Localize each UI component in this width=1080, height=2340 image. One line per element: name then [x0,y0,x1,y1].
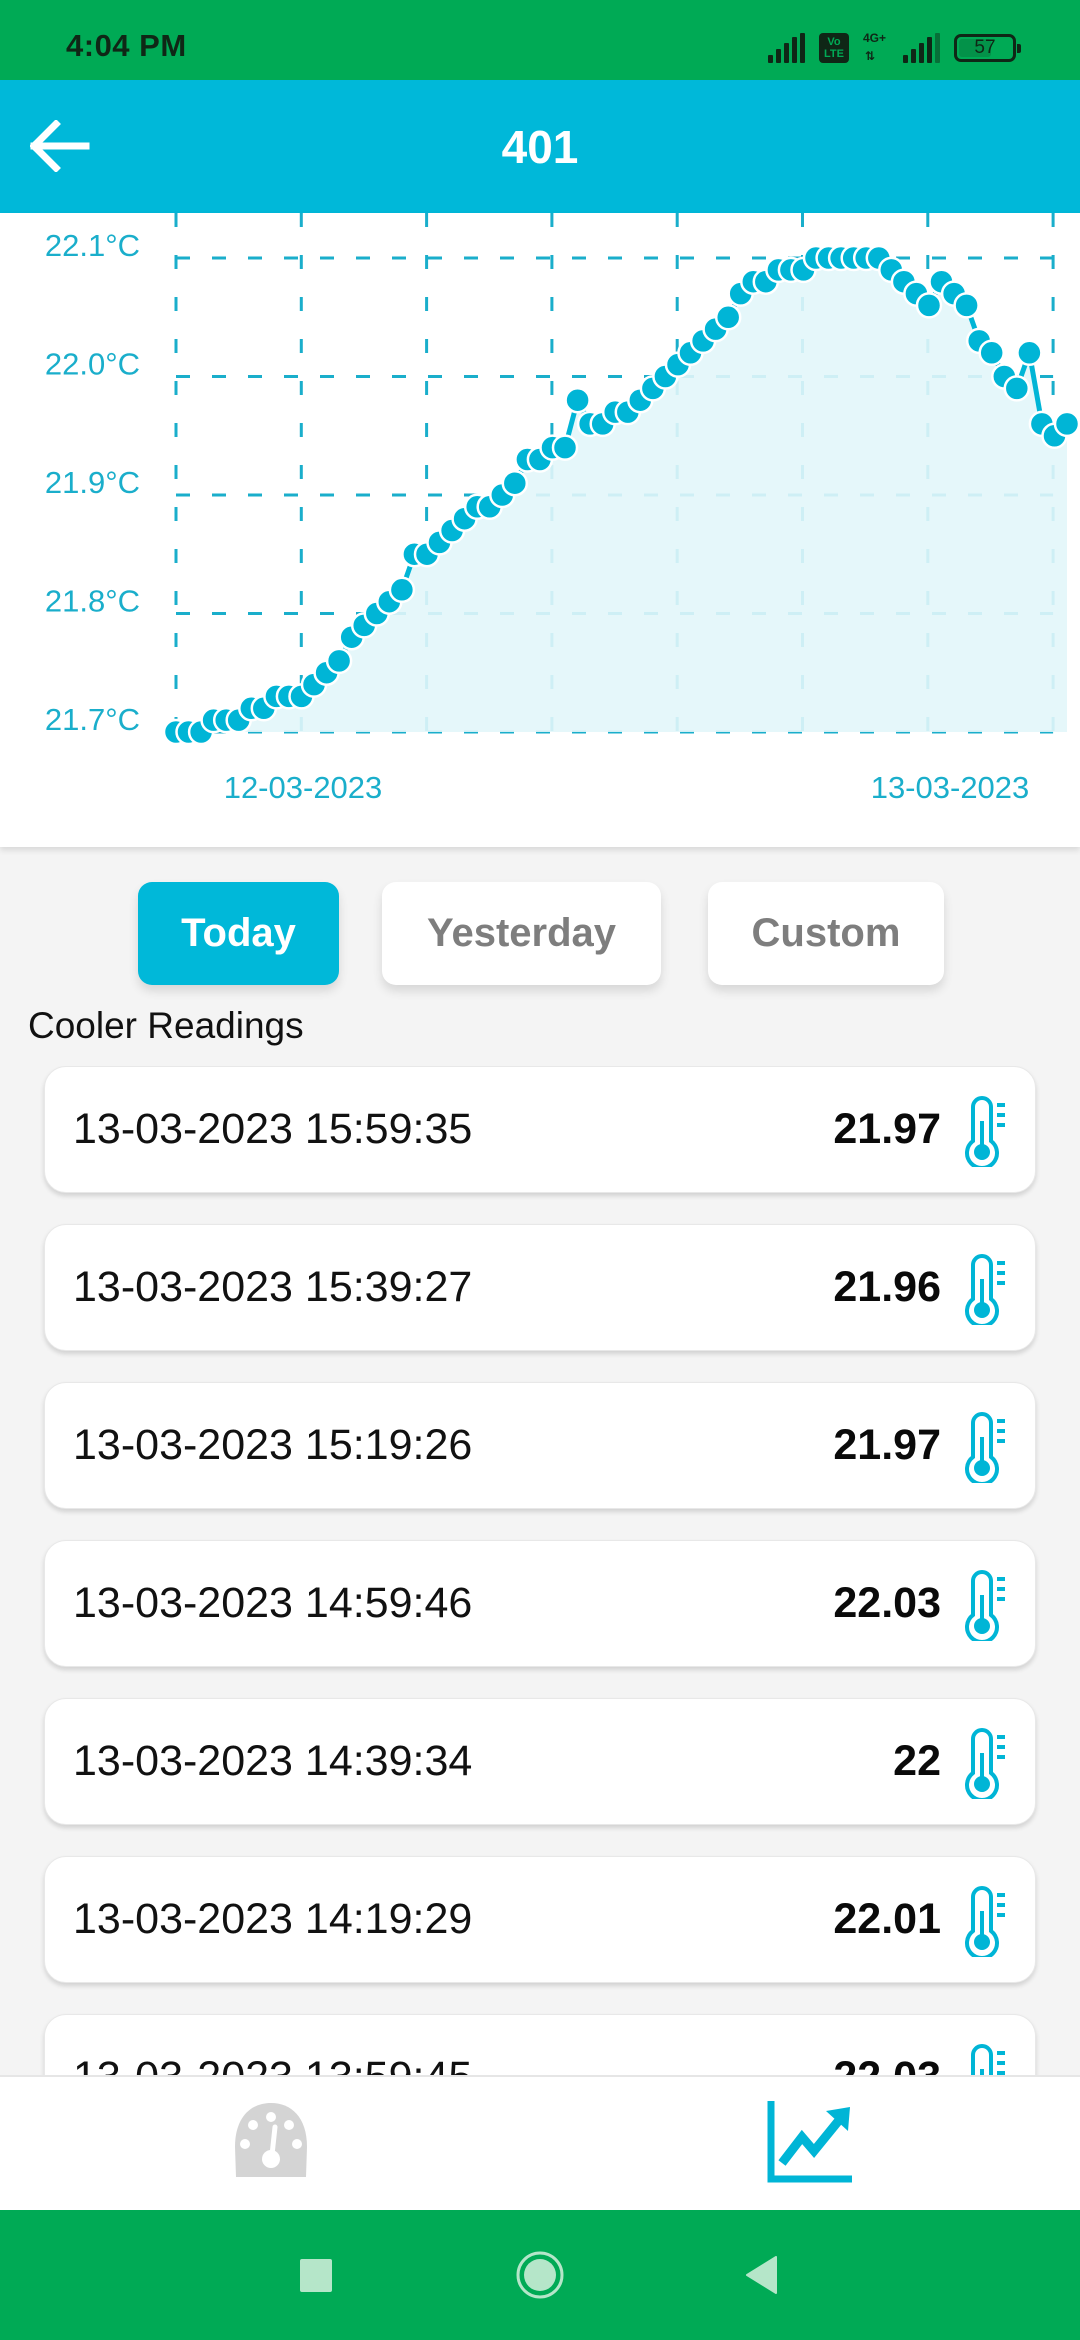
reading-card[interactable]: 13-03-2023 15:19:26 21.97 [44,1382,1036,1509]
system-nav-bar [0,2210,1080,2340]
thermometer-icon [963,1727,1011,1802]
recents-button[interactable] [300,2259,332,2292]
signal-2-icon [903,33,940,63]
chart-point [551,434,579,461]
app-bar: 401 [0,80,1080,213]
screen: 4:04 PM Vo LTE 4G+ ⇅ 57 401 21.7°C 21.8°… [0,0,1080,2340]
chart-point [953,292,980,319]
trending-chart-icon [767,2101,852,2183]
status-bar: 4:04 PM Vo LTE 4G+ ⇅ 57 [0,0,1080,80]
thermometer-icon [963,1253,1011,1328]
signal-icon [768,33,805,63]
nav-dashboard[interactable] [226,2097,316,2187]
thermometer-icon [963,1411,1011,1486]
volte-label-bottom: LTE [824,48,844,60]
reading-card[interactable]: 13-03-2023 14:19:29 22.01 [44,1856,1036,1983]
triangle-back-icon [746,2256,777,2294]
battery-level: 57 [974,37,996,58]
speedometer-icon [235,2103,307,2177]
reading-datetime: 13-03-2023 13:59:45 [73,2053,472,2075]
status-time: 4:04 PM [66,28,187,63]
y-tick-label: 22.0°C [45,347,140,382]
chart-point [1053,410,1080,438]
volte-label-top: Vo [827,36,841,48]
page-title: 401 [501,121,579,173]
reading-value: 21.97 [833,1421,941,1469]
reading-value: 22.03 [833,2053,941,2075]
today-button[interactable]: Today [138,882,339,985]
reading-value: 21.96 [833,1263,941,1311]
reading-card[interactable]: 13-03-2023 13:59:45 22.03 [44,2014,1036,2075]
readings-list[interactable]: 13-03-2023 15:59:35 21.97 13-03-2023 15:39… [0,1066,1080,2075]
reading-datetime: 13-03-2023 14:19:29 [73,1895,473,1943]
y-tick-label: 21.8°C [45,584,140,619]
reading-value: 22.03 [833,1579,941,1627]
reading-value: 21.97 [833,1105,941,1153]
chart-point [388,576,416,604]
y-tick-label: 21.9°C [45,465,140,500]
chart-point [501,469,529,497]
chart-point [564,386,591,414]
chart-point [325,647,353,675]
battery-icon: 57 [954,34,1021,62]
x-axis-labels: 12-03-2023 13-03-2023 [224,770,1030,805]
status-icons: Vo LTE 4G+ ⇅ 57 [768,30,1021,66]
y-axis-labels: 21.7°C 21.8°C 21.9°C 22.0°C 22.1°C [45,228,140,737]
volte-icon: Vo LTE [819,33,849,63]
chart-area-fill [176,258,1067,732]
back-nav-button[interactable] [744,2256,778,2294]
y-tick-label: 22.1°C [45,228,140,263]
chart-point [1003,375,1031,402]
reading-value: 22 [893,1737,941,1785]
thermometer-icon [963,1885,1011,1960]
nav-chart[interactable] [766,2097,856,2187]
reading-datetime: 13-03-2023 15:39:27 [73,1263,473,1311]
network-type-icon: 4G+ ⇅ [863,31,889,63]
y-tick-label: 21.7°C [45,702,140,737]
thermometer-icon [963,2043,1011,2075]
chart-point [978,339,1005,367]
thermometer-icon [963,1095,1011,1170]
thermometer-icon [963,1569,1011,1644]
circle-icon [516,2251,564,2299]
reading-value: 22.01 [833,1895,941,1943]
yesterday-button[interactable]: Yesterday [382,882,661,985]
reading-card[interactable]: 13-03-2023 14:59:46 22.03 [44,1540,1036,1667]
chart-point [1016,339,1043,367]
section-title: Cooler Readings [28,1005,304,1046]
x-tick-label: 12-03-2023 [224,770,383,805]
reading-datetime: 13-03-2023 14:39:34 [73,1737,473,1785]
reading-card[interactable]: 13-03-2023 14:39:34 22 [44,1698,1036,1825]
network-type-label: 4G+ [863,31,887,45]
x-tick-label: 13-03-2023 [871,770,1030,805]
reading-card[interactable]: 13-03-2023 15:59:35 21.97 [44,1066,1036,1193]
reading-card[interactable]: 13-03-2023 15:39:27 21.96 [44,1224,1036,1351]
chart-point [714,304,742,331]
data-arrows-icon: ⇅ [865,49,876,63]
chart-point [915,292,943,319]
reading-datetime: 13-03-2023 15:59:35 [73,1105,473,1153]
reading-datetime: 13-03-2023 15:19:26 [73,1421,473,1469]
chart-card: 21.7°C 21.8°C 21.9°C 22.0°C 22.1°C 12-03-202… [0,213,1080,847]
bottom-nav [0,2075,1080,2210]
custom-button[interactable]: Custom [708,882,944,985]
reading-datetime: 13-03-2023 14:59:46 [73,1579,473,1627]
home-button[interactable] [515,2250,565,2300]
temperature-chart[interactable]: 21.7°C 21.8°C 21.9°C 22.0°C 22.1°C 12-03-202… [0,213,1080,847]
